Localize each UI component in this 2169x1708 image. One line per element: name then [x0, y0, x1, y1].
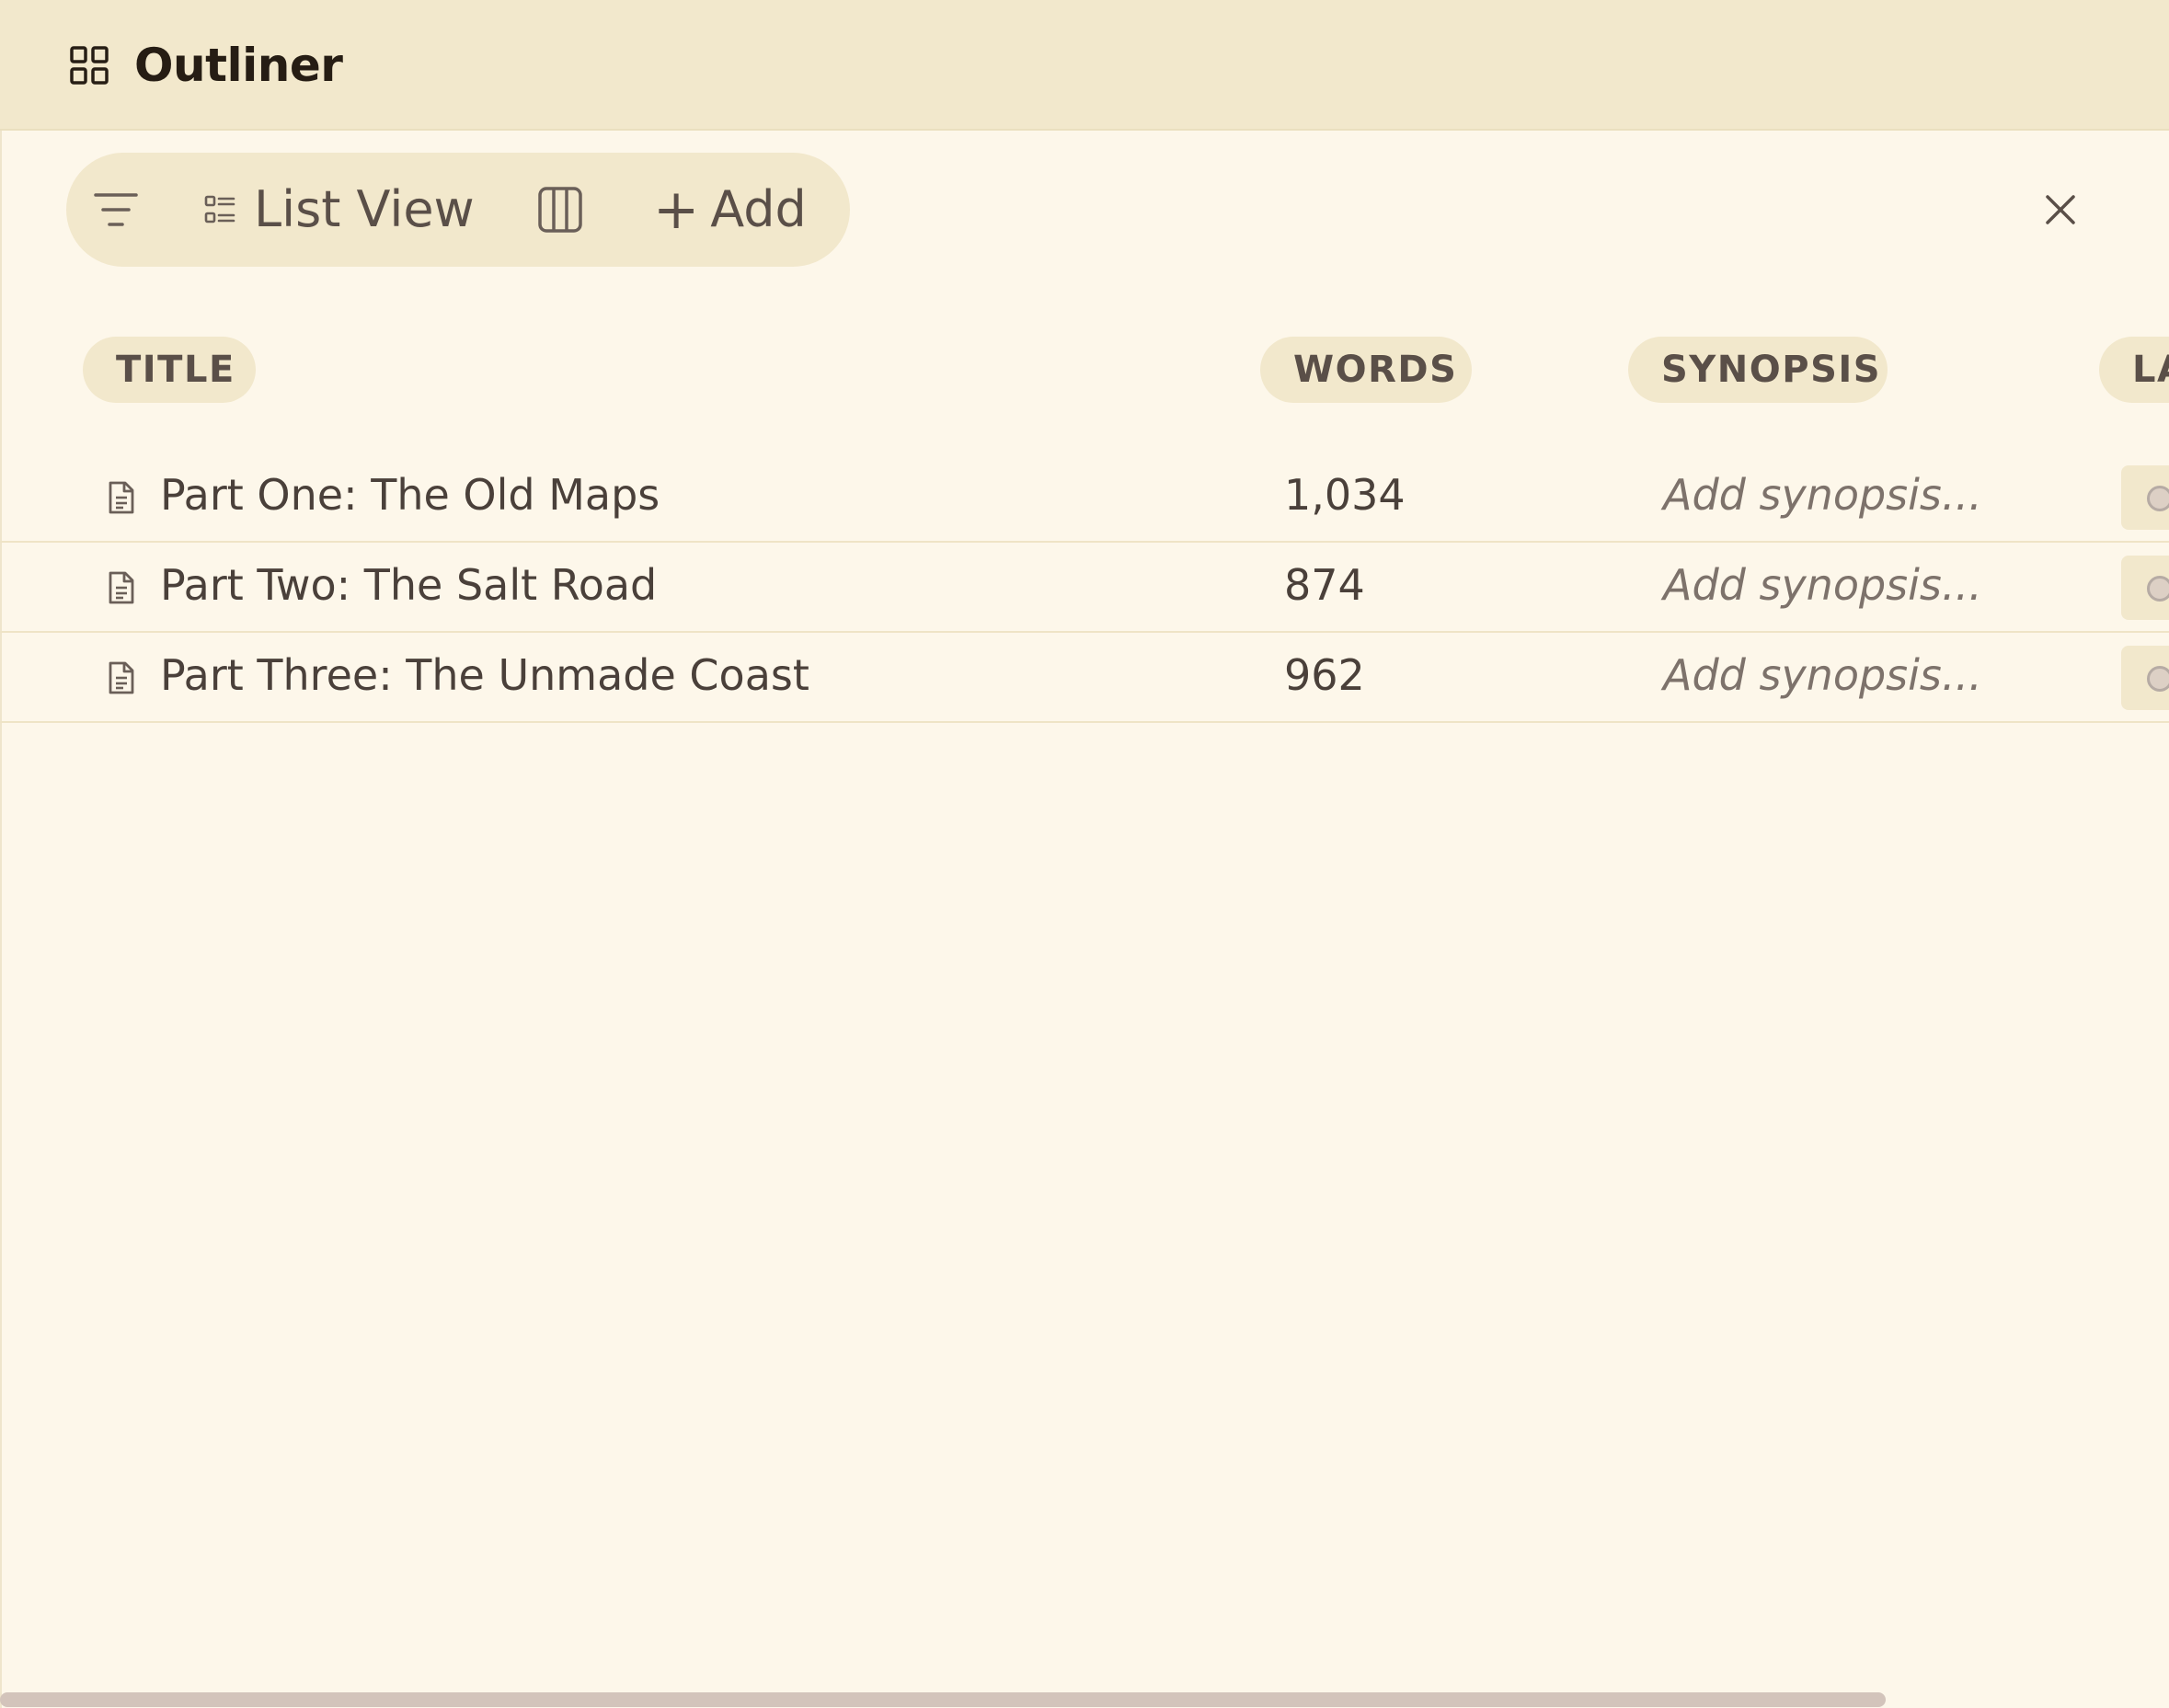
- column-header-title[interactable]: TITLE: [83, 337, 256, 403]
- row-title[interactable]: Part Two: The Salt Road: [160, 556, 657, 614]
- label-dot-icon: [2147, 486, 2169, 511]
- label-dot-icon: [2147, 576, 2169, 602]
- panel-left-border: [0, 131, 2, 1708]
- document-icon: [109, 571, 134, 604]
- panel-header: Outliner: [0, 0, 2169, 131]
- row-title[interactable]: Part Three: The Unmade Coast: [160, 646, 809, 705]
- row-synopsis-placeholder[interactable]: Add synopsis...: [1663, 556, 1982, 614]
- table-row[interactable]: Part Three: The Unmade Coast 962 Add syn…: [0, 633, 2169, 723]
- row-word-count: 1,034: [1284, 470, 1406, 520]
- label-chip[interactable]: [2121, 556, 2169, 620]
- list-view-button[interactable]: List View: [204, 173, 475, 246]
- column-header-words[interactable]: WORDS: [1260, 337, 1472, 403]
- add-label: Add: [710, 180, 807, 238]
- label-chip[interactable]: [2121, 465, 2169, 530]
- list-view-label: List View: [254, 180, 475, 238]
- columns-icon[interactable]: [537, 186, 583, 234]
- row-synopsis-placeholder[interactable]: Add synopsis...: [1663, 646, 1982, 705]
- toolbar: List View + Add: [66, 153, 850, 267]
- list-view-icon: [204, 195, 235, 224]
- label-dot-icon: [2147, 666, 2169, 692]
- row-word-count: 962: [1284, 650, 1365, 700]
- column-header-label[interactable]: LA: [2099, 337, 2169, 403]
- close-icon[interactable]: [2038, 188, 2083, 232]
- document-icon: [109, 661, 134, 694]
- add-button[interactable]: + Add: [653, 173, 807, 246]
- document-icon: [109, 481, 134, 514]
- row-title[interactable]: Part One: The Old Maps: [160, 465, 660, 524]
- scrollbar-thumb[interactable]: [0, 1692, 1886, 1707]
- plus-icon: +: [653, 178, 700, 242]
- row-synopsis-placeholder[interactable]: Add synopsis...: [1663, 465, 1982, 524]
- page-title: Outliner: [134, 39, 343, 92]
- label-chip[interactable]: [2121, 646, 2169, 710]
- horizontal-scrollbar[interactable]: [0, 1689, 2169, 1708]
- column-header-synopsis[interactable]: SYNOPSIS: [1628, 337, 1888, 403]
- row-word-count: 874: [1284, 560, 1365, 610]
- table-row[interactable]: Part Two: The Salt Road 874 Add synopsis…: [0, 543, 2169, 633]
- grid-icon: [70, 46, 109, 85]
- filter-icon[interactable]: [92, 188, 140, 232]
- table-row[interactable]: Part One: The Old Maps 1,034 Add synopsi…: [0, 453, 2169, 543]
